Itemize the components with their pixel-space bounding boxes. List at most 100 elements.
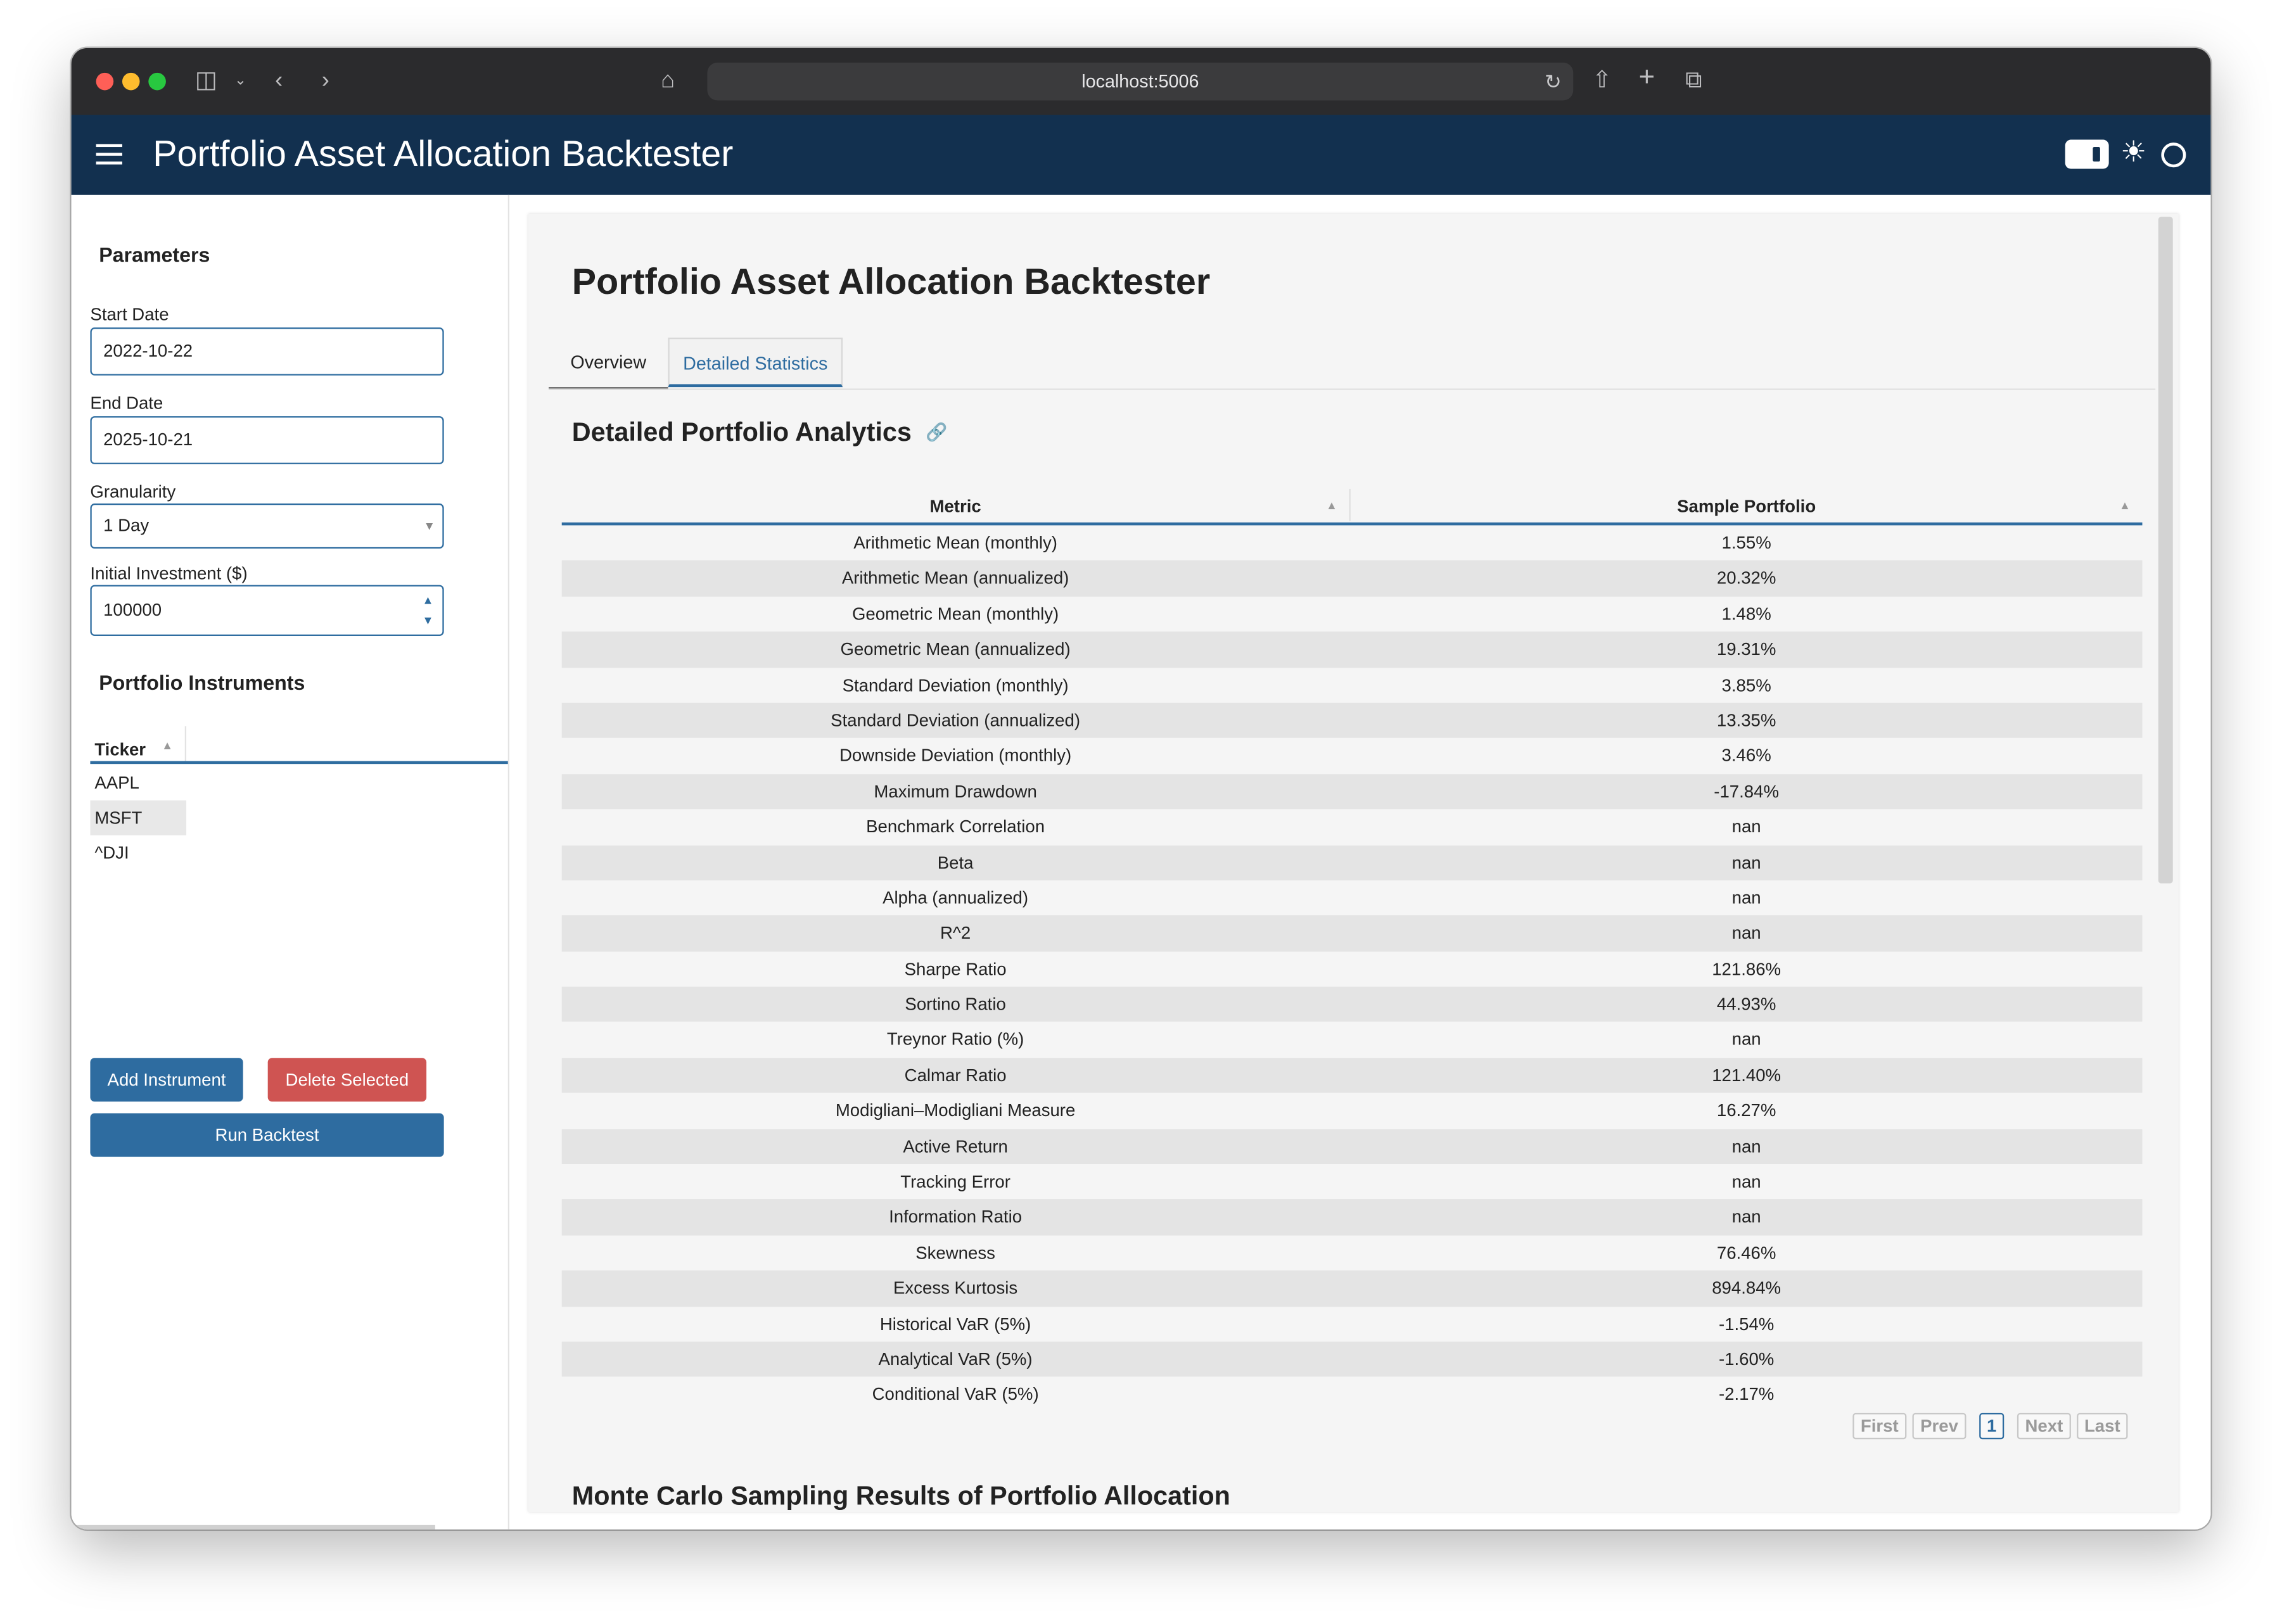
tab-divider: [549, 388, 2156, 390]
menu-icon[interactable]: [96, 144, 122, 165]
chevron-down-icon[interactable]: ⌄: [234, 65, 246, 98]
table-row: Sharpe Ratio 121.86%: [562, 951, 2143, 987]
sort-ascending-icon[interactable]: ▲: [2119, 489, 2131, 524]
main-content: Portfolio Asset Allocation Backtester Ov…: [509, 194, 2211, 1530]
table-row: Standard Deviation (annualized) 13.35%: [561, 702, 2143, 739]
pager-prev-button[interactable]: Prev: [1912, 1412, 1966, 1440]
value-cell: 20.32%: [1716, 568, 1776, 589]
ticker-row[interactable]: MSFT: [90, 800, 187, 835]
circle-icon[interactable]: [2161, 143, 2186, 168]
table-row: Information Ratio nan: [561, 1200, 2143, 1236]
section-title: Detailed Portfolio Analytics: [571, 417, 912, 447]
value-cell: nan: [1731, 887, 1761, 908]
start-date-label: Start Date: [90, 304, 169, 325]
address-bar[interactable]: localhost:5006 ↻: [707, 62, 1574, 101]
sidebar-toggle-icon[interactable]: ◫: [195, 65, 217, 98]
metric-cell: Arithmetic Mean (monthly): [853, 532, 1057, 554]
value-cell: 1.48%: [1721, 603, 1771, 625]
delete-selected-button[interactable]: Delete Selected: [267, 1058, 427, 1102]
table-row: Conditional VaR (5%) -2.17%: [562, 1377, 2143, 1412]
scrollbar-thumb[interactable]: [2158, 217, 2173, 884]
spin-down-icon[interactable]: ▼: [422, 614, 433, 629]
horizontal-scrollbar[interactable]: [71, 1525, 435, 1530]
value-cell: nan: [1731, 1029, 1761, 1050]
ticker-row[interactable]: ^DJI: [90, 835, 186, 870]
minimize-window-button[interactable]: [122, 72, 140, 91]
investment-input[interactable]: 100000 ▲ ▼: [90, 585, 444, 637]
content-card: Portfolio Asset Allocation Backtester Ov…: [528, 213, 2179, 1513]
pager-first-button[interactable]: First: [1852, 1412, 1907, 1440]
tab-overview[interactable]: Overview: [549, 338, 668, 390]
metric-cell: Downside Deviation (monthly): [839, 745, 1072, 766]
zoom-window-button[interactable]: [148, 72, 166, 91]
table-row: Maximum Drawdown -17.84%: [561, 773, 2143, 809]
pager-next-button[interactable]: Next: [2017, 1412, 2071, 1440]
sidebar: Parameters Start Date 2022-10-22 End Dat…: [71, 194, 510, 1530]
header-underline: [90, 761, 508, 764]
table-row: Active Return nan: [561, 1129, 2143, 1165]
investment-value: 100000: [103, 599, 162, 620]
table-row: Arithmetic Mean (monthly) 1.55%: [562, 525, 2143, 561]
back-icon[interactable]: ‹: [275, 65, 283, 98]
new-tab-icon[interactable]: +: [1639, 63, 1655, 95]
metric-column-header[interactable]: Metric ▲: [562, 489, 1349, 524]
value-cell: nan: [1731, 852, 1761, 873]
add-instrument-button[interactable]: Add Instrument: [90, 1058, 243, 1102]
ticker-header-label: Ticker: [94, 739, 146, 760]
sun-icon[interactable]: ☀: [2120, 134, 2146, 172]
table-row: Beta nan: [561, 844, 2143, 880]
metric-cell: Calmar Ratio: [904, 1065, 1007, 1086]
metric-cell: Analytical VaR (5%): [878, 1348, 1033, 1369]
table-row: R^2 nan: [561, 915, 2143, 951]
value-cell: 44.93%: [1716, 994, 1776, 1015]
table-row: Skewness 76.46%: [562, 1235, 2143, 1271]
theme-toggle[interactable]: [2065, 139, 2109, 169]
sort-ascending-icon[interactable]: ▲: [1326, 489, 1337, 524]
metric-cell: Benchmark Correlation: [866, 816, 1045, 837]
value-cell: 13.35%: [1716, 710, 1776, 731]
header-divider: [184, 726, 187, 761]
table-row: Downside Deviation (monthly) 3.46%: [562, 739, 2143, 774]
value-cell: 16.27%: [1716, 1100, 1776, 1121]
start-date-input[interactable]: 2022-10-22: [90, 327, 444, 376]
monte-carlo-title: Monte Carlo Sampling Results of Portfoli…: [571, 1481, 1230, 1511]
pager-page-button[interactable]: 1: [1979, 1412, 2005, 1440]
link-icon[interactable]: 🔗: [926, 422, 947, 442]
spin-up-icon[interactable]: ▲: [422, 593, 433, 608]
metrics-table-body: Arithmetic Mean (monthly) 1.55% Arithmetic…: [561, 525, 2143, 1412]
run-backtest-button[interactable]: Run Backtest: [90, 1113, 444, 1157]
tab-overview-icon[interactable]: ⧉: [1685, 65, 1702, 98]
metric-cell: Beta: [937, 852, 974, 873]
metric-cell: Geometric Mean (annualized): [840, 638, 1071, 660]
value-cell: nan: [1731, 1136, 1761, 1157]
table-row: Historical VaR (5%) -1.54%: [562, 1306, 2143, 1342]
metric-cell: Arithmetic Mean (annualized): [841, 568, 1069, 589]
table-row: Sortino Ratio 44.93%: [561, 986, 2143, 1022]
granularity-select[interactable]: 1 Day ▼: [90, 503, 444, 549]
browser-window: ◫ ⌄ ‹ › ⌂ localhost:5006 ↻ ⇧ + ⧉ Portfol…: [71, 48, 2211, 1530]
end-date-input[interactable]: 2025-10-21: [90, 416, 444, 464]
close-window-button[interactable]: [96, 72, 114, 91]
tab-detailed-statistics[interactable]: Detailed Statistics: [668, 338, 843, 388]
metric-cell: R^2: [940, 923, 971, 944]
table-row: Modigliani–Modigliani Measure 16.27%: [562, 1093, 2143, 1129]
home-icon[interactable]: ⌂: [661, 65, 675, 98]
value-cell: 76.46%: [1716, 1242, 1776, 1263]
portfolio-column-header[interactable]: Sample Portfolio ▲: [1351, 489, 2143, 524]
ticker-column-header[interactable]: Ticker ▲: [90, 735, 186, 764]
pager-last-button[interactable]: Last: [2077, 1412, 2128, 1440]
share-icon[interactable]: ⇧: [1592, 65, 1612, 98]
reload-icon[interactable]: ↻: [1545, 63, 1562, 101]
value-cell: 3.85%: [1721, 675, 1771, 695]
table-row: Excess Kurtosis 894.84%: [561, 1271, 2143, 1307]
page-title: Portfolio Asset Allocation Backtester: [571, 262, 1211, 303]
sort-ascending-icon[interactable]: ▲: [162, 739, 173, 752]
value-cell: nan: [1731, 1207, 1761, 1228]
table-row: Tracking Error nan: [562, 1164, 2143, 1200]
metric-cell: Tracking Error: [900, 1171, 1010, 1192]
value-cell: nan: [1731, 923, 1761, 944]
ticker-row[interactable]: AAPL: [90, 765, 186, 800]
forward-icon[interactable]: ›: [322, 65, 329, 98]
value-cell: nan: [1731, 816, 1761, 837]
metric-header-label: Metric: [929, 496, 981, 517]
